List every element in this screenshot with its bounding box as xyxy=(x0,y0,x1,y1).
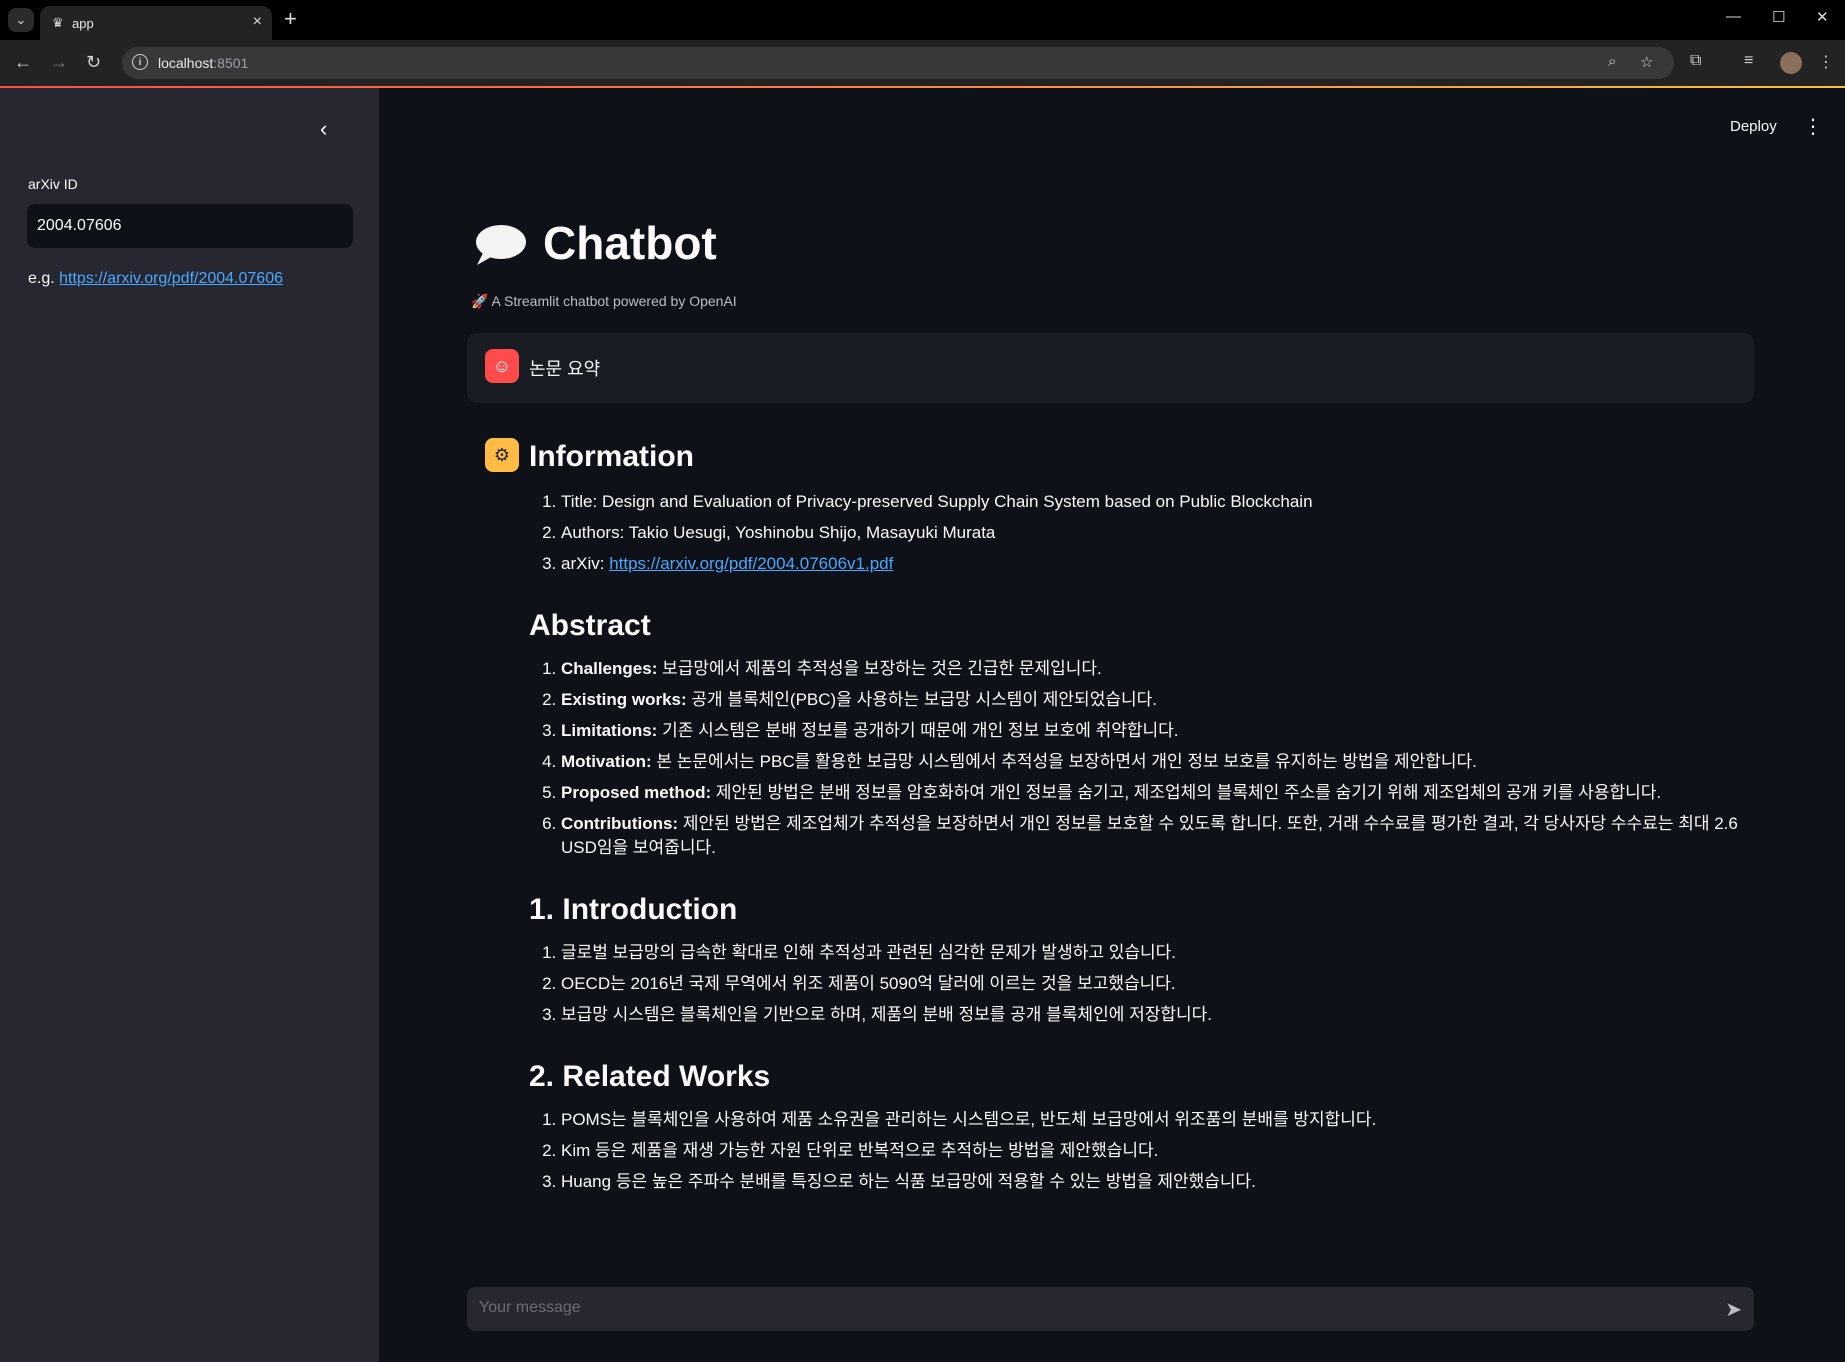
tab-list-chevron-icon[interactable]: ⌄ xyxy=(8,8,34,32)
related-works-heading: 2. Related Works xyxy=(529,1060,771,1093)
robot-icon: ⚙ xyxy=(485,438,519,472)
arxiv-pdf-link[interactable]: https://arxiv.org/pdf/2004.07606v1.pdf xyxy=(609,554,893,573)
window-close-icon[interactable]: ✕ xyxy=(1816,8,1829,26)
list-item: Kim 등은 제품을 재생 가능한 자원 단위로 반복적으로 추적하는 방법을 … xyxy=(561,1139,1759,1170)
media-controls-icon[interactable]: ≡ xyxy=(1744,52,1753,70)
example-link[interactable]: https://arxiv.org/pdf/2004.07606 xyxy=(59,270,283,287)
list-item: 보급망 시스템은 블록체인을 기반으로 하며, 제품의 분배 정보를 공개 블록… xyxy=(561,1003,1759,1034)
list-item: Proposed method: 제안된 방법은 분배 정보를 암호화하여 개인… xyxy=(561,781,1759,812)
deploy-button[interactable]: Deploy xyxy=(1730,118,1777,135)
assistant-chat-message: Information Title: Design and Evaluation… xyxy=(529,440,1759,1201)
back-arrow-icon[interactable]: ← xyxy=(14,52,32,73)
tab-close-icon[interactable]: × xyxy=(253,13,262,31)
maximize-icon[interactable]: ☐ xyxy=(1772,8,1785,26)
send-arrow-icon[interactable]: ➤ xyxy=(1725,1297,1742,1322)
list-item: Contributions: 제안된 방법은 제조업체가 추적성을 보장하면서 … xyxy=(561,812,1759,867)
app-title: Chatbot xyxy=(473,216,717,270)
page-title: Chatbot xyxy=(543,217,717,269)
user-chat-message: ☺ 논문 요약 xyxy=(467,333,1754,403)
page-caption: 🚀 A Streamlit chatbot powered by OpenAI xyxy=(471,293,737,309)
arxiv-example: e.g. https://arxiv.org/pdf/2004.07606 xyxy=(28,270,283,288)
extensions-puzzle-icon[interactable]: ⧉ xyxy=(1690,52,1701,70)
list-item: 글로벌 보급망의 급속한 확대로 인해 추적성과 관련된 심각한 문제가 발생하… xyxy=(561,941,1759,972)
url-text: localhost:8501 xyxy=(158,55,249,71)
list-item: Limitations: 기존 시스템은 분배 정보를 공개하기 때문에 개인 … xyxy=(561,719,1759,750)
main-content: Deploy ⋮ Chatbot 🚀 A Streamlit chatbot p… xyxy=(379,88,1845,1362)
streamlit-favicon-icon: ♛ xyxy=(52,15,64,30)
list-item: Huang 등은 높은 주파수 분배를 특징으로 하는 식품 보급망에 적용할 … xyxy=(561,1170,1759,1201)
minimize-icon[interactable]: — xyxy=(1726,8,1741,25)
arxiv-id-input[interactable] xyxy=(27,204,353,248)
chat-input-bar: ➤ xyxy=(467,1287,1754,1331)
abstract-list: Challenges: 보급망에서 제품의 추적성을 보장하는 것은 긴급한 문… xyxy=(529,657,1759,867)
profile-avatar[interactable] xyxy=(1780,52,1802,74)
speech-bubble-icon xyxy=(473,223,527,265)
arxiv-id-label: arXiv ID xyxy=(28,176,78,192)
list-item: arXiv: https://arxiv.org/pdf/2004.07606v… xyxy=(561,552,1759,583)
list-item: Motivation: 본 논문에서는 PBC를 활용한 보급망 시스템에서 추… xyxy=(561,750,1759,781)
browser-tab[interactable]: ♛ app × xyxy=(40,6,272,40)
chat-message-input[interactable] xyxy=(477,1298,1681,1318)
browser-tab-bar: ⌄ ♛ app × + — ☐ ✕ xyxy=(0,0,1845,40)
list-item: POMS는 블록체인을 사용하여 제품 소유권을 관리하는 시스템으로, 반도체… xyxy=(561,1108,1759,1139)
abstract-heading: Abstract xyxy=(529,609,651,642)
site-info-icon[interactable]: i xyxy=(132,54,148,70)
forward-arrow-icon[interactable]: → xyxy=(50,52,68,73)
address-bar[interactable]: i localhost:8501 ⌕ ☆ xyxy=(122,47,1674,79)
user-message-text: 논문 요약 xyxy=(529,359,601,379)
introduction-list: 글로벌 보급망의 급속한 확대로 인해 추적성과 관련된 심각한 문제가 발생하… xyxy=(529,941,1759,1034)
list-item: OECD는 2016년 국제 무역에서 위조 제품이 5090억 달러에 이르는… xyxy=(561,972,1759,1003)
information-heading: Information xyxy=(529,440,694,473)
list-item: Existing works: 공개 블록체인(PBC)을 사용하는 보급망 시… xyxy=(561,688,1759,719)
main-menu-kebab-icon[interactable]: ⋮ xyxy=(1803,114,1823,139)
tab-title: app xyxy=(72,16,94,31)
information-list: Title: Design and Evaluation of Privacy-… xyxy=(529,490,1759,583)
related-works-list: POMS는 블록체인을 사용하여 제품 소유권을 관리하는 시스템으로, 반도체… xyxy=(529,1108,1759,1201)
list-item: Authors: Takio Uesugi, Yoshinobu Shijo, … xyxy=(561,521,1759,552)
collapse-sidebar-chevron-icon[interactable]: ‹ xyxy=(320,116,327,142)
example-prefix: e.g. xyxy=(28,270,60,287)
list-item: Challenges: 보급망에서 제품의 추적성을 보장하는 것은 긴급한 문… xyxy=(561,657,1759,688)
reload-icon[interactable]: ↻ xyxy=(86,52,101,73)
new-tab-plus-icon[interactable]: + xyxy=(284,6,297,32)
browser-menu-icon[interactable]: ⋮ xyxy=(1818,52,1834,72)
introduction-heading: 1. Introduction xyxy=(529,893,738,926)
browser-toolbar: ← → ↻ i localhost:8501 ⌕ ☆ ⧉ ≡ ⋮ xyxy=(0,40,1845,86)
zoom-icon[interactable]: ⌕ xyxy=(1608,53,1616,70)
list-item: Title: Design and Evaluation of Privacy-… xyxy=(561,490,1759,521)
user-face-icon: ☺ xyxy=(485,349,519,383)
sidebar: ‹ arXiv ID e.g. https://arxiv.org/pdf/20… xyxy=(0,88,379,1362)
bookmark-star-icon[interactable]: ☆ xyxy=(1640,53,1653,71)
